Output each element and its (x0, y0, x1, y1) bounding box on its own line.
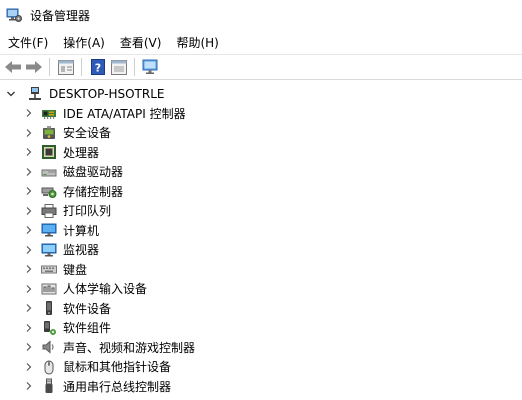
tree-item-monitor[interactable]: 监视器 (0, 240, 99, 259)
expand-chevron-icon[interactable] (23, 201, 35, 220)
tree-item-mouse[interactable]: 鼠标和其他指针设备 (0, 357, 171, 376)
expand-chevron-icon[interactable] (23, 123, 35, 142)
tree-item-label: 通用串行总线控制器 (63, 379, 172, 394)
forward-button[interactable] (23, 57, 44, 78)
tree-item-label: 安全设备 (63, 126, 112, 140)
view-panel-icon (110, 59, 127, 75)
mouse-icon (41, 359, 57, 375)
toolbar-separator (49, 58, 50, 76)
storage-controller-icon (41, 183, 57, 199)
window-title: 设备管理器 (30, 8, 91, 23)
tree-item-label: 磁盘驱动器 (63, 165, 124, 179)
software-device-icon (41, 300, 57, 316)
expand-chevron-icon[interactable] (23, 143, 35, 162)
expand-chevron-icon[interactable] (23, 299, 35, 318)
expand-chevron-icon[interactable] (23, 221, 35, 240)
expand-chevron-icon[interactable] (23, 162, 35, 181)
back-arrow-icon (4, 61, 21, 73)
tree-item-print-queue[interactable]: 打印队列 (0, 201, 111, 220)
computer-network-icon (27, 86, 43, 102)
back-button[interactable] (2, 57, 23, 78)
view-panel-button[interactable] (108, 57, 129, 78)
tree-item-software-device[interactable]: 软件设备 (0, 299, 111, 318)
menu-file[interactable]: 文件(F) (4, 34, 55, 51)
tree-item-label: 打印队列 (63, 204, 112, 218)
expand-chevron-icon[interactable] (23, 240, 35, 259)
expand-chevron-icon[interactable] (23, 357, 35, 376)
tree-item-label: 计算机 (63, 223, 100, 238)
menu-bar: 文件(F) 操作(A) 查看(V) 帮助(H) (0, 32, 522, 52)
tree-item-sound-video-game[interactable]: 声音、视频和游戏控制器 (0, 338, 195, 357)
hid-icon (41, 281, 57, 297)
speaker-icon (41, 339, 57, 355)
device-tree[interactable]: DESKTOP-HSOTRLE IDE ATA/ATAPI 控制器 安全设备 处… (0, 82, 522, 400)
toolbar: ? (0, 54, 522, 80)
menu-view[interactable]: 查看(V) (116, 34, 169, 51)
tree-item-label: 监视器 (63, 243, 100, 257)
printer-icon (41, 203, 57, 219)
tree-item-keyboard[interactable]: 键盘 (0, 260, 87, 279)
properties-button[interactable] (55, 57, 76, 78)
tree-item-processor[interactable]: 处理器 (0, 143, 99, 162)
tree-item-computer[interactable]: 计算机 (0, 221, 99, 240)
toolbar-separator (81, 58, 82, 76)
expand-chevron-icon[interactable] (23, 279, 35, 298)
expand-chevron-icon[interactable] (23, 377, 35, 396)
usb-icon (41, 378, 57, 394)
tree-item-label: 键盘 (63, 262, 88, 277)
monitor-icon (41, 242, 57, 258)
tree-item-software-component[interactable]: 软件组件 (0, 318, 111, 337)
tree-item-usb[interactable]: 通用串行总线控制器 (0, 377, 171, 396)
monitor-scan-icon (142, 59, 157, 74)
tree-item-security[interactable]: 安全设备 (0, 123, 111, 142)
processor-icon (41, 144, 57, 160)
keyboard-icon (41, 261, 57, 277)
expand-chevron-icon[interactable] (23, 260, 35, 279)
tree-item-disk-drive[interactable]: 磁盘驱动器 (0, 162, 123, 181)
computer-icon (41, 222, 57, 238)
ide-controller-icon (41, 105, 57, 121)
tree-item-hid[interactable]: 人体学输入设备 (0, 279, 147, 298)
device-manager-icon (6, 8, 22, 22)
forward-arrow-icon (25, 61, 42, 73)
toolbar-separator (134, 58, 135, 76)
root-label: DESKTOP-HSOTRLE (49, 86, 165, 101)
tree-item-label: 软件设备 (63, 301, 112, 316)
title-bar: 设备管理器 (0, 0, 522, 30)
security-device-icon (41, 125, 57, 141)
help-button[interactable]: ? (87, 57, 108, 78)
properties-icon (57, 59, 74, 75)
menu-help[interactable]: 帮助(H) (172, 34, 225, 51)
help-icon: ? (90, 59, 105, 75)
tree-item-label: 声音、视频和游戏控制器 (63, 340, 196, 355)
tree-item-label: 软件组件 (63, 321, 112, 335)
tree-root-node[interactable]: DESKTOP-HSOTRLE (0, 84, 164, 103)
tree-item-label: 鼠标和其他指针设备 (63, 360, 172, 374)
tree-item-label: 处理器 (63, 145, 100, 160)
expand-chevron-icon[interactable] (23, 104, 35, 123)
expand-chevron-icon[interactable] (23, 318, 35, 337)
menu-action[interactable]: 操作(A) (59, 34, 112, 51)
svg-text:?: ? (94, 62, 100, 75)
expand-chevron-icon[interactable] (23, 338, 35, 357)
tree-item-ide[interactable]: IDE ATA/ATAPI 控制器 (0, 104, 186, 123)
collapse-chevron-icon[interactable] (5, 84, 17, 103)
expand-chevron-icon[interactable] (23, 182, 35, 201)
tree-item-label: IDE ATA/ATAPI 控制器 (63, 106, 186, 121)
tree-item-label: 存储控制器 (63, 184, 124, 199)
scan-hardware-button[interactable] (140, 57, 161, 78)
software-component-icon (41, 320, 57, 336)
tree-item-label: 人体学输入设备 (63, 282, 148, 296)
disk-drive-icon (41, 164, 57, 180)
tree-item-storage-controller[interactable]: 存储控制器 (0, 182, 123, 201)
